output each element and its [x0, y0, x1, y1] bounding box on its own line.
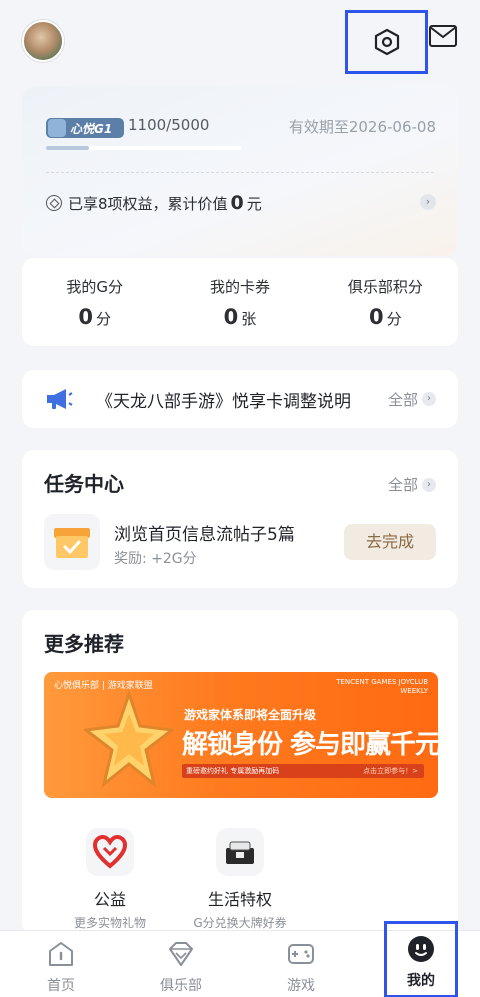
banner-subtitle: 游戏家体系即将全面升级	[184, 708, 317, 722]
rec-subtitle: 更多实物礼物	[73, 916, 146, 930]
tab-club[interactable]: 俱乐部	[136, 931, 226, 997]
task-name: 浏览首页信息流帖子5篇	[114, 525, 295, 545]
rec-title: 生活特权	[207, 890, 272, 909]
stat-label: 我的卡券	[209, 278, 270, 296]
stat-number: 0	[369, 305, 384, 329]
hexagon-settings-icon	[374, 28, 399, 56]
level-progress-bar	[46, 146, 242, 150]
stat-number: 0	[78, 305, 93, 329]
task-reward: 奖励: +2G分	[114, 551, 197, 567]
chevron-right-icon[interactable]: ›	[420, 194, 436, 210]
banner-headline: 解锁身份 参与即赢千元奖励	[182, 730, 438, 760]
notice-all-link[interactable]: 全部 ›	[388, 389, 436, 410]
tab-games[interactable]: 游戏	[256, 931, 346, 997]
rec-charity[interactable]: 公益 更多实物礼物	[50, 828, 170, 931]
stat-g-points[interactable]: 我的G分 0分	[22, 258, 167, 346]
section-title: 任务中心	[44, 472, 124, 496]
messages-button[interactable]	[428, 24, 458, 48]
tab-home[interactable]: 首页	[16, 931, 106, 997]
star-logo-icon	[84, 690, 174, 788]
member-level-card[interactable]: 心悦G1 1100/5000 有效期至2026-06-08 已享8项权益，累计价…	[22, 86, 458, 256]
task-box-icon	[44, 514, 100, 570]
tab-label: 首页	[47, 978, 75, 994]
bottom-tab-bar: 首页 俱乐部 游戏 我的	[0, 921, 480, 997]
promo-banner[interactable]: 心悦俱乐部 | 游戏家联盟 TENCENT GAMES JOYCLUB WEEK…	[44, 672, 438, 798]
stats-card: 我的G分 0分 我的卡券 0张 俱乐部积分 0分	[22, 258, 458, 346]
stat-unit: 分	[386, 310, 402, 328]
level-label: 心悦G1	[70, 121, 113, 136]
stat-number: 0	[223, 305, 239, 329]
go-complete-button[interactable]: 去完成	[344, 524, 436, 560]
diamond-icon	[46, 195, 62, 211]
section-title: 更多推荐	[44, 632, 124, 656]
more-recommendations-card: 更多推荐 心悦俱乐部 | 游戏家联盟 TENCENT GAMES JOYCLUB…	[22, 610, 458, 935]
profile-face-icon	[406, 934, 436, 964]
level-icon	[48, 119, 66, 137]
notice-text: 《天龙八部手游》悦享卡调整说明	[96, 391, 351, 412]
stat-club-points[interactable]: 俱乐部积分 0分	[313, 258, 458, 346]
level-badge: 心悦G1	[46, 118, 124, 138]
all-label: 全部	[387, 390, 418, 409]
level-progress-fill	[46, 146, 90, 150]
tab-label: 我的	[407, 973, 435, 989]
stat-coupons[interactable]: 我的卡券 0张	[167, 258, 312, 346]
task-center-card: 任务中心 全部 › 浏览首页信息流帖子5篇 奖励: +2G分 去完成	[22, 450, 458, 588]
banner-cta: 点击立即参与！>	[363, 767, 418, 775]
top-bar	[0, 0, 480, 74]
tab-label: 游戏	[287, 978, 315, 994]
notice-bar[interactable]: 《天龙八部手游》悦享卡调整说明 全部 ›	[22, 370, 458, 428]
gamepad-icon	[286, 939, 316, 969]
stat-label: 我的G分	[66, 278, 123, 296]
tasks-all-link[interactable]: 全部 ›	[388, 474, 436, 495]
benefits-prefix: 已享8项权益，累计价值	[68, 194, 228, 213]
rec-title: 公益	[93, 890, 126, 909]
stat-unit: 分	[95, 310, 111, 328]
rec-life-privileges[interactable]: 生活特权 G分兑换大牌好券	[180, 828, 300, 931]
chevron-right-icon: ›	[422, 392, 436, 406]
benefits-summary[interactable]: 已享8项权益，累计价值 0 元	[46, 192, 262, 214]
benefits-value: 0	[230, 192, 244, 214]
heart-icon	[86, 828, 134, 876]
diamond-icon	[166, 939, 196, 969]
banner-english-line: WEEKLY	[400, 687, 428, 695]
level-progress-text: 1100/5000	[128, 116, 210, 134]
settings-button[interactable]	[345, 10, 428, 74]
banner-strip: 重磅邀约好礼 专属激励再加码 点击立即参与！>	[182, 764, 424, 778]
tab-label: 俱乐部	[160, 978, 202, 994]
stat-unit: 张	[241, 310, 257, 328]
divider	[46, 172, 434, 173]
home-icon	[46, 939, 76, 969]
stat-value: 0张	[167, 305, 312, 329]
rec-subtitle: G分兑换大牌好券	[193, 916, 287, 930]
stat-value: 0分	[313, 305, 458, 329]
gift-box-icon	[216, 828, 264, 876]
tab-mine[interactable]: 我的	[384, 921, 458, 997]
user-avatar[interactable]	[22, 20, 64, 62]
megaphone-icon	[44, 387, 74, 411]
stat-label: 俱乐部积分	[347, 278, 423, 296]
all-label: 全部	[387, 476, 418, 494]
chevron-right-icon: ›	[422, 477, 436, 492]
benefits-unit: 元	[246, 194, 262, 213]
stat-value: 0分	[22, 305, 167, 329]
banner-english: TENCENT GAMES JOYCLUB WEEKLY	[336, 678, 428, 696]
banner-english-line: TENCENT GAMES JOYCLUB	[336, 678, 428, 686]
valid-until: 有效期至2026-06-08	[288, 118, 436, 136]
banner-strip-text: 重磅邀约好礼 专属激励再加码	[186, 767, 280, 775]
envelope-icon	[429, 25, 457, 47]
